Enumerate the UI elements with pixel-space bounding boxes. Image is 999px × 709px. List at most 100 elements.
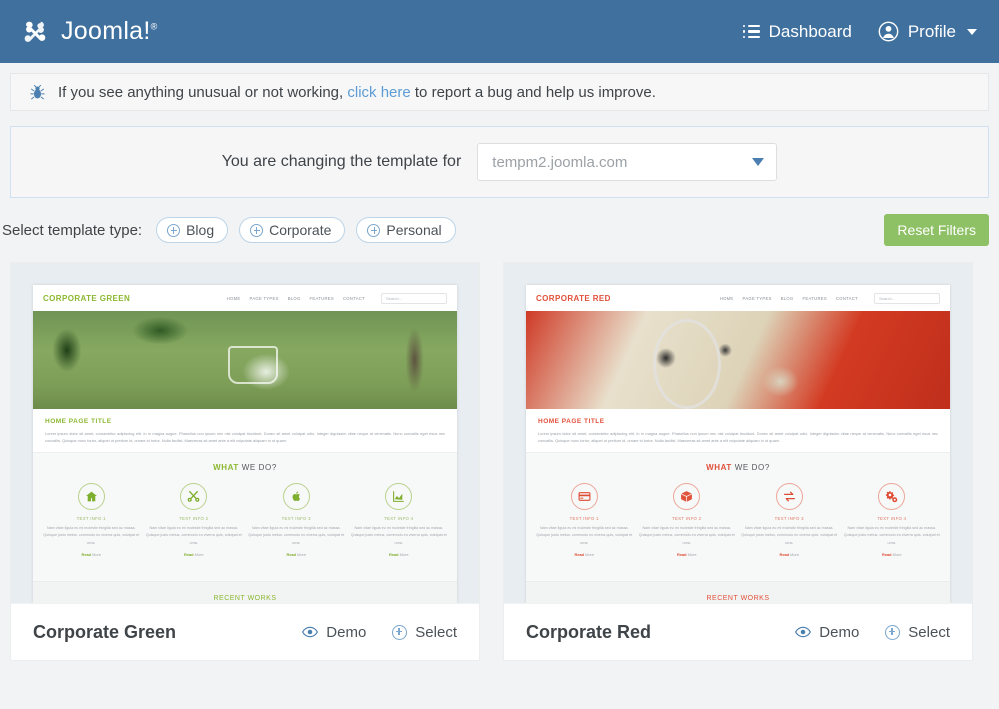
- user-avatar-icon: [878, 21, 899, 42]
- notice-text-after: to report a bug and help us improve.: [414, 83, 656, 101]
- plus-circle-icon: [392, 624, 408, 640]
- mini-read-more-bold: Read: [286, 551, 297, 557]
- mini-feature-column: TEXT INFO 4 Nam vitae ligula eu mi moles…: [351, 483, 448, 557]
- template-card-actions: Demo Select: [302, 624, 457, 641]
- mini-nav-features: FEATURES: [802, 295, 827, 301]
- mini-read-more-link: Read More: [146, 552, 243, 557]
- mini-nav-contact: CONTACT: [835, 295, 858, 301]
- demo-button[interactable]: Demo: [302, 624, 366, 641]
- mini-feature-column: TEXT INFO 3 Nam vitae ligula eu mi moles…: [248, 483, 345, 557]
- mini-site-brand: CORPORATE GREEN: [43, 293, 131, 303]
- mini-hero-image: [526, 311, 950, 409]
- mini-feature-text: Nam vitae ligula eu mi molestie fringill…: [843, 526, 940, 545]
- bug-report-notice: If you see anything unusual or not worki…: [10, 73, 989, 111]
- nav-profile[interactable]: Profile: [878, 21, 977, 42]
- mini-feature-column: TEXT INFO 4 Nam vitae ligula eu mi moles…: [843, 483, 941, 557]
- scissors-icon: [180, 483, 208, 511]
- mini-nav-features: FEATURES: [309, 295, 334, 301]
- nav-dashboard[interactable]: Dashboard: [742, 21, 852, 42]
- mini-nav-page-types: PAGE TYPES: [249, 295, 279, 301]
- mini-read-more-bold: Read: [81, 551, 92, 557]
- template-name: Corporate Red: [526, 621, 652, 642]
- mini-feature-columns: TEXT INFO 1 Nam vitae ligula eu mi moles…: [536, 483, 941, 557]
- mini-nav-page-types: PAGE TYPES: [742, 295, 772, 301]
- template-card-actions: Demo Select: [795, 624, 950, 641]
- mini-nav-contact: CONTACT: [342, 295, 365, 301]
- mini-intro-section: HOME PAGE TITLE Lorem ipsum dolor sit am…: [33, 409, 457, 452]
- nav-dashboard-label: Dashboard: [768, 21, 852, 41]
- template-preview-thumbnail[interactable]: CORPORATE RED HOME PAGE TYPES BLOG FEATU…: [504, 263, 972, 603]
- reset-filters-button[interactable]: Reset Filters: [884, 214, 989, 246]
- mini-features-heading-accent: WHAT: [706, 463, 732, 473]
- mini-read-more-link: Read More: [43, 552, 140, 557]
- mini-feature-column: TEXT INFO 2 Nam vitae ligula eu mi moles…: [146, 483, 243, 557]
- filter-row-label: Select template type:: [2, 221, 143, 239]
- mini-read-more-rest: More: [891, 551, 902, 557]
- mini-feature-columns: TEXT INFO 1 Nam vitae ligula eu mi moles…: [43, 483, 448, 557]
- mini-nav-blog: BLOG: [287, 295, 301, 301]
- mini-site-header: CORPORATE RED HOME PAGE TYPES BLOG FEATU…: [526, 285, 950, 311]
- mini-features-heading-rest: WE DO?: [734, 463, 770, 473]
- mini-page-title: HOME PAGE TITLE: [538, 418, 605, 425]
- report-bug-link[interactable]: click here: [347, 84, 410, 101]
- nav-profile-label: Profile: [907, 21, 956, 41]
- mini-read-more-rest: More: [193, 551, 204, 557]
- select-label: Select: [415, 623, 457, 641]
- credit-card-icon: [570, 483, 598, 511]
- filter-pill-blog-label: Blog: [186, 222, 215, 238]
- plus-circle-icon: [250, 223, 264, 237]
- plus-circle-icon: [885, 624, 901, 640]
- mini-feature-title: TEXT INFO 2: [179, 516, 209, 522]
- demo-button[interactable]: Demo: [795, 624, 859, 641]
- notice-text-before: If you see anything unusual or not worki…: [58, 83, 344, 101]
- mini-read-more-rest: More: [296, 551, 306, 557]
- brand-trademark: ®: [150, 21, 158, 32]
- select-button[interactable]: Select: [392, 624, 457, 641]
- chart-icon: [385, 483, 413, 511]
- home-icon: [77, 483, 105, 511]
- mini-feature-column: TEXT INFO 3 Nam vitae ligula eu mi moles…: [741, 483, 838, 557]
- mini-site-nav: HOME PAGE TYPES BLOG FEATURES CONTACT: [227, 296, 365, 301]
- mini-footer-heading: RECENT WORKS: [33, 581, 457, 603]
- mini-site-brand: CORPORATE RED: [536, 293, 611, 303]
- top-header-bar: Joomla!® Dashboard Profile: [0, 0, 999, 63]
- mini-read-more-link: Read More: [639, 552, 736, 557]
- brand-name: Joomla!®: [61, 17, 158, 46]
- template-preview-thumbnail[interactable]: CORPORATE GREEN HOME PAGE TYPES BLOG FEA…: [11, 263, 479, 603]
- template-card-footer: Corporate Red Demo Select: [504, 603, 972, 660]
- mini-read-more-bold: Read: [779, 551, 790, 557]
- mini-read-more-link: Read More: [536, 552, 633, 557]
- mini-feature-column: TEXT INFO 2 Nam vitae ligula eu mi moles…: [638, 483, 736, 557]
- template-card-corporate-red[interactable]: CORPORATE RED HOME PAGE TYPES BLOG FEATU…: [503, 262, 973, 661]
- mini-feature-text: Nam vitae ligula eu mi molestie fringill…: [248, 526, 345, 545]
- mini-intro-section: HOME PAGE TITLE Lorem ipsum dolor sit am…: [526, 409, 950, 452]
- brand-logo-group[interactable]: Joomla!®: [20, 17, 158, 47]
- filter-row: Select template type: Blog Corporate Per…: [0, 214, 989, 246]
- site-select-dropdown[interactable]: tempm2.joomla.com: [477, 143, 778, 181]
- filter-pill-personal-label: Personal: [386, 222, 442, 238]
- eye-icon: [795, 626, 812, 638]
- mini-nav-blog: BLOG: [780, 295, 794, 301]
- mini-feature-text: Nam vitae ligula eu mi molestie fringill…: [638, 526, 735, 545]
- plus-circle-icon: [367, 223, 381, 237]
- mini-read-more-rest: More: [398, 551, 409, 557]
- filter-pill-blog[interactable]: Blog: [156, 217, 229, 243]
- mini-site-header: CORPORATE GREEN HOME PAGE TYPES BLOG FEA…: [33, 285, 457, 311]
- mini-read-more-rest: More: [686, 551, 697, 557]
- mini-read-more-rest: More: [584, 551, 594, 557]
- brand-name-text: Joomla!: [61, 17, 151, 45]
- bug-icon: [30, 84, 45, 99]
- template-card-corporate-green[interactable]: CORPORATE GREEN HOME PAGE TYPES BLOG FEA…: [10, 262, 480, 661]
- select-button[interactable]: Select: [885, 624, 950, 641]
- mini-read-more-link: Read More: [844, 552, 941, 557]
- apple-icon: [282, 483, 310, 511]
- mini-read-more-bold: Read: [184, 551, 194, 557]
- mini-feature-text: Nam vitae ligula eu mi molestie fringill…: [741, 526, 838, 545]
- mini-feature-text: Nam vitae ligula eu mi molestie fringill…: [536, 526, 633, 545]
- mini-read-more-rest: More: [91, 551, 101, 557]
- filter-pill-corporate[interactable]: Corporate: [239, 217, 346, 243]
- filter-pill-corporate-label: Corporate: [269, 222, 332, 238]
- joomla-logo-icon: [24, 21, 46, 42]
- mini-feature-title: TEXT INFO 4: [877, 516, 907, 522]
- filter-pill-personal[interactable]: Personal: [356, 217, 456, 243]
